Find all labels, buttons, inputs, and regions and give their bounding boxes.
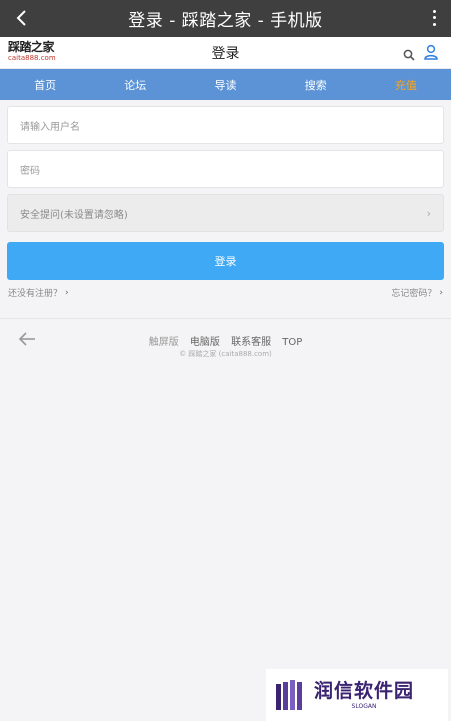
chevron-right-icon: › xyxy=(65,287,69,298)
password-input[interactable]: 密码 xyxy=(7,150,444,188)
search-icon[interactable] xyxy=(403,46,415,65)
footer-link-support[interactable]: 联系客服 xyxy=(231,337,271,348)
footer-link-desktop[interactable]: 电脑版 xyxy=(190,337,220,348)
main-nav: 首页 论坛 导读 搜索 充值 xyxy=(0,69,451,100)
watermark-name: 润信软件园 xyxy=(314,680,415,702)
security-question-label: 安全提问(未设置请忽略) xyxy=(20,209,128,221)
nav-search[interactable]: 搜索 xyxy=(271,77,361,93)
footer: 触屏版 电脑版 联系客服 TOP © 踩踏之家 (caita888.com) xyxy=(0,319,451,379)
chevron-right-icon: › xyxy=(426,206,431,220)
logo-domain: caita888.com xyxy=(8,54,56,62)
app-bar: 登录 - 踩踏之家 - 手机版 xyxy=(0,0,451,37)
nav-home[interactable]: 首页 xyxy=(0,77,90,93)
nav-recharge[interactable]: 充值 xyxy=(361,77,451,93)
more-menu-icon[interactable] xyxy=(431,8,437,28)
footer-link-touch[interactable]: 触屏版 xyxy=(149,337,179,348)
user-icon[interactable] xyxy=(423,44,439,64)
site-header: 踩踏之家 caita888.com 登录 xyxy=(0,37,451,69)
app-title: 登录 - 踩踏之家 - 手机版 xyxy=(128,11,323,31)
watermark-slogan: SLOGAN xyxy=(351,703,377,710)
register-link-label: 还没有注册？ xyxy=(8,289,63,299)
watermark-text: 润信软件园 SLOGAN xyxy=(314,680,414,710)
login-button[interactable]: 登录 xyxy=(7,242,444,280)
security-question-select[interactable]: 安全提问(未设置请忽略) › xyxy=(7,194,444,232)
login-form: 请输入用户名 密码 安全提问(未设置请忽略) › 登录 xyxy=(0,106,451,280)
nav-guide[interactable]: 导读 xyxy=(180,77,270,93)
footer-links: 触屏版 电脑版 联系客服 TOP xyxy=(0,333,451,348)
site-logo[interactable]: 踩踏之家 caita888.com xyxy=(8,40,68,63)
register-link[interactable]: 还没有注册？ › xyxy=(8,286,69,300)
logo-text: 踩踏之家 xyxy=(8,40,55,54)
auth-links: 还没有注册？ › 忘记密码？ › xyxy=(0,280,451,300)
footer-link-top[interactable]: TOP xyxy=(282,337,302,348)
nav-forum[interactable]: 论坛 xyxy=(90,77,180,93)
back-icon[interactable] xyxy=(10,6,32,30)
chevron-right-icon: › xyxy=(439,287,443,298)
username-input[interactable]: 请输入用户名 xyxy=(7,106,444,144)
watermark-logo-icon xyxy=(276,680,302,710)
forgot-link-label: 忘记密码？ xyxy=(391,289,437,299)
watermark: 润信软件园 SLOGAN xyxy=(266,669,448,721)
copyright: © 踩踏之家 (caita888.com) xyxy=(179,350,272,358)
forgot-password-link[interactable]: 忘记密码？ › xyxy=(391,286,443,300)
